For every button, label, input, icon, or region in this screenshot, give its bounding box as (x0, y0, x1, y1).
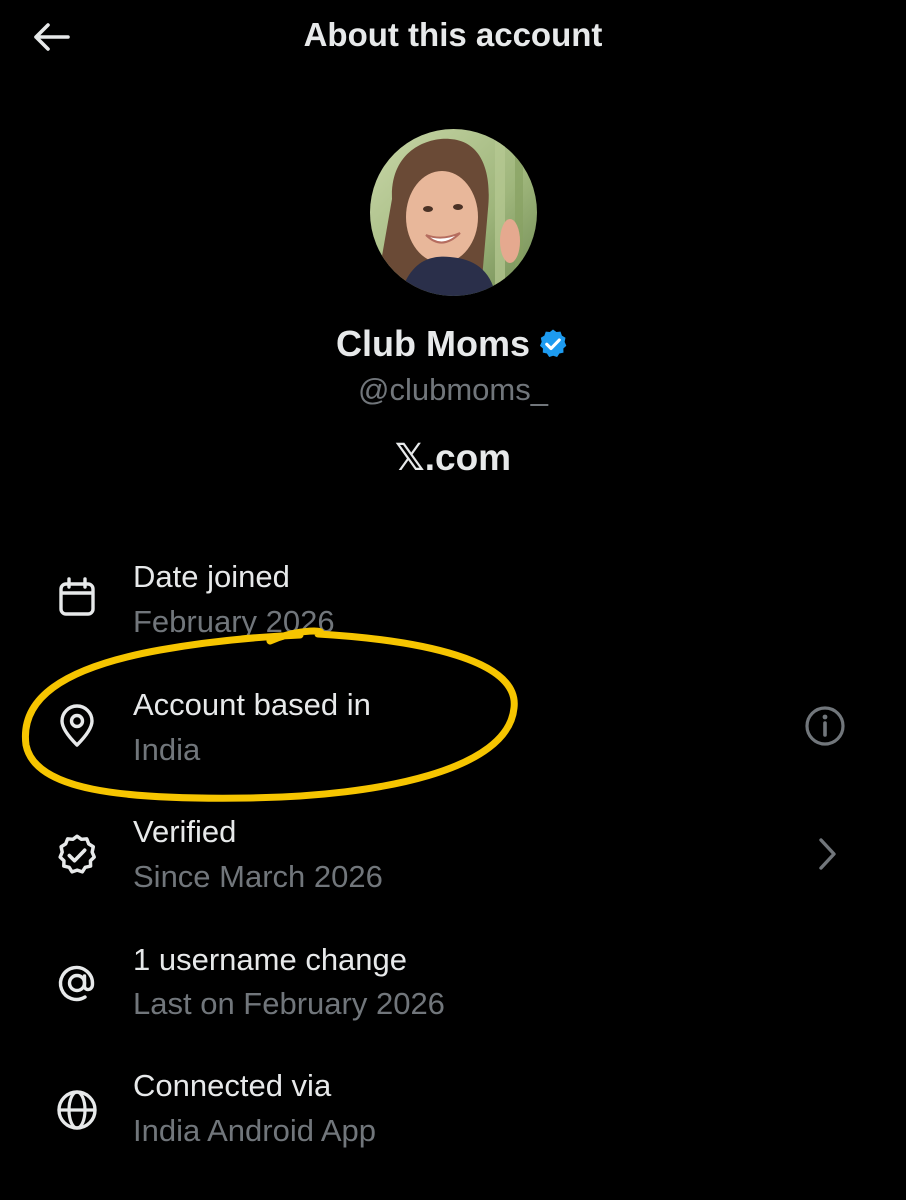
detail-label: 1 username change (133, 942, 408, 977)
detail-label: Date joined (133, 559, 290, 594)
detail-value: India Android App (133, 1113, 377, 1148)
location-pin-icon (52, 701, 102, 751)
page-title: About this account (303, 16, 603, 53)
chevron-right-icon[interactable] (802, 829, 852, 879)
detail-row-verified[interactable]: Verified Since March 2026 (0, 812, 906, 912)
detail-value: India (133, 732, 201, 767)
x-logo: 𝕏 (394, 436, 425, 479)
verified-outline-icon (52, 830, 102, 880)
handle: @clubmoms_ (358, 372, 548, 407)
site-label: 𝕏.com (0, 436, 906, 479)
detail-value: Since March 2026 (133, 859, 383, 894)
name-row: Club Moms (0, 323, 906, 365)
detail-label: Account based in (133, 687, 371, 722)
info-button[interactable] (800, 701, 850, 751)
detail-label: Verified (133, 814, 237, 849)
detail-row-username-change: 1 username change Last on February 2026 (0, 940, 906, 1040)
info-icon (805, 706, 845, 746)
top-bar: About this account (0, 0, 906, 76)
detail-value: February 2026 (133, 604, 335, 639)
globe-icon (52, 1085, 102, 1135)
verified-badge-icon (539, 329, 567, 358)
detail-value: Last on February 2026 (133, 986, 445, 1021)
site-domain: .com (424, 437, 512, 478)
detail-row-connected-via: Connected via India Android App (0, 1068, 906, 1168)
avatar (370, 129, 537, 296)
detail-row-date-joined: Date joined February 2026 (0, 556, 906, 656)
detail-row-account-based-in: Account based in India (0, 684, 906, 784)
calendar-icon (52, 573, 102, 623)
at-sign-icon (52, 958, 102, 1008)
detail-label: Connected via (133, 1068, 332, 1103)
display-name: Club Moms (336, 323, 530, 364)
